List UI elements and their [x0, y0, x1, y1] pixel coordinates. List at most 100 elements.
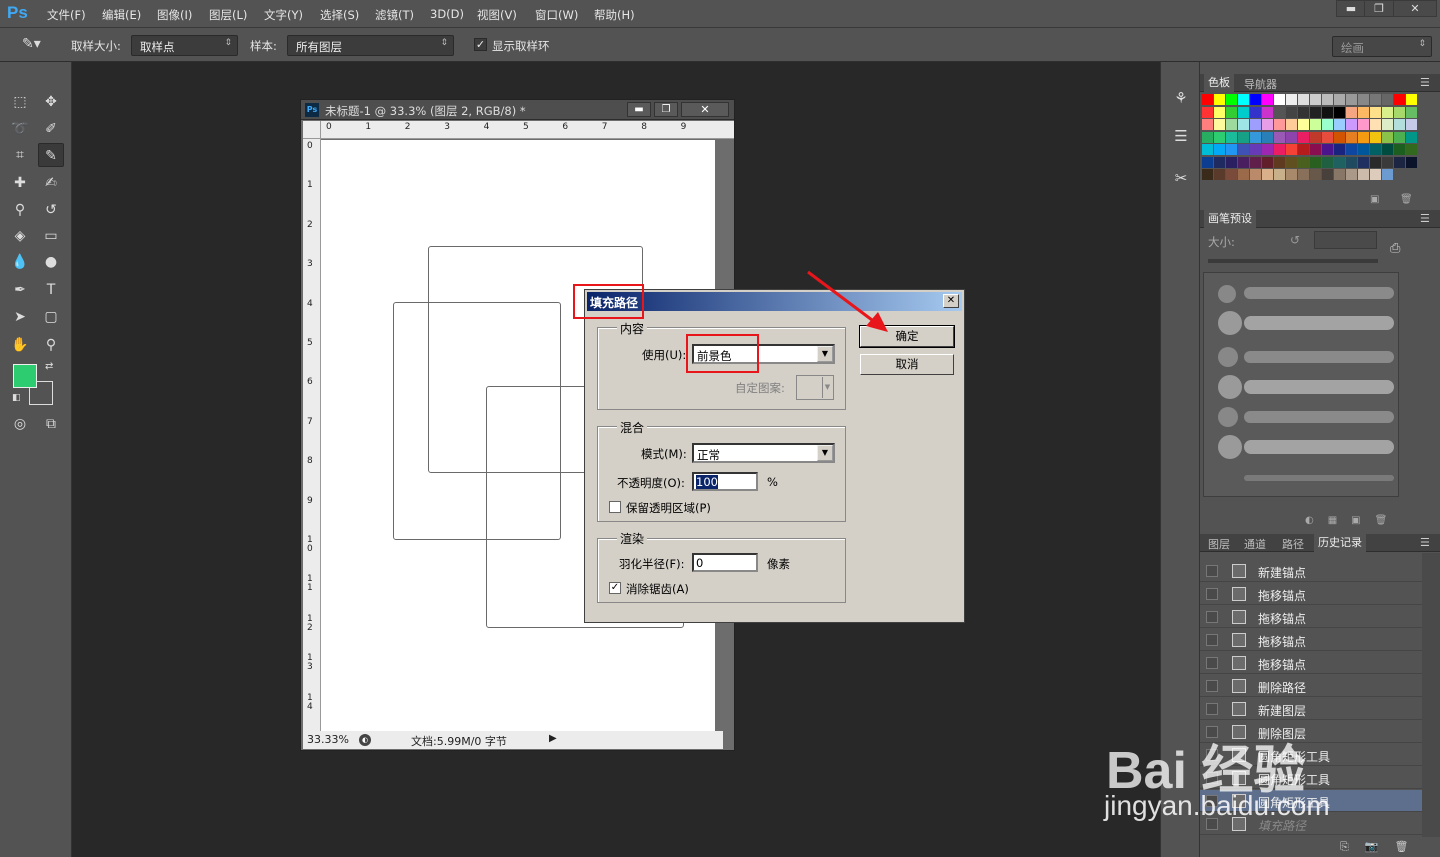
- history-row[interactable]: 新建图层: [1200, 698, 1422, 720]
- color-swatch[interactable]: [1346, 156, 1357, 168]
- zoom-level[interactable]: 33.33%: [307, 733, 349, 746]
- move-tool-icon[interactable]: ✥: [38, 90, 64, 114]
- tab-swatches[interactable]: 色板: [1204, 74, 1234, 92]
- new-swatch-icon[interactable]: ▣: [1370, 194, 1379, 205]
- workspace-select[interactable]: 绘画 ⇕: [1332, 36, 1432, 57]
- doc-restore-button[interactable]: ❐: [654, 102, 678, 117]
- brush-item[interactable]: [1210, 467, 1410, 491]
- color-swatch[interactable]: [1226, 156, 1237, 168]
- color-swatch[interactable]: [1238, 131, 1249, 143]
- hand-tool-icon[interactable]: ✋: [7, 333, 33, 357]
- color-swatch[interactable]: [1286, 144, 1297, 155]
- doc-close-button[interactable]: ✕: [681, 102, 729, 117]
- color-swatch[interactable]: [1334, 169, 1345, 180]
- color-swatch[interactable]: [1346, 106, 1357, 118]
- brush-size-slider[interactable]: [1208, 259, 1378, 263]
- healing-tool-icon[interactable]: ✚: [7, 171, 33, 195]
- color-swatch[interactable]: [1262, 106, 1273, 118]
- color-swatch[interactable]: [1394, 94, 1405, 105]
- color-swatch[interactable]: [1406, 106, 1417, 118]
- stamp-tool-icon[interactable]: ⚲: [7, 198, 33, 222]
- menu-filter[interactable]: 滤镜(T): [375, 7, 414, 23]
- color-swatch[interactable]: [1394, 119, 1405, 130]
- color-swatch[interactable]: [1250, 144, 1261, 155]
- lasso-tool-icon[interactable]: ➰: [7, 117, 33, 141]
- color-swatch[interactable]: [1274, 169, 1285, 180]
- color-swatch[interactable]: [1214, 156, 1225, 168]
- menu-view[interactable]: 视图(V): [477, 7, 517, 23]
- document-titlebar[interactable]: Ps 未标题-1 @ 33.3% (图层 2, RGB/8) * ▬ ❐ ✕: [301, 100, 734, 120]
- brush-item[interactable]: [1210, 405, 1410, 429]
- color-swatch[interactable]: [1202, 144, 1213, 155]
- color-swatch[interactable]: [1226, 169, 1237, 180]
- color-swatch[interactable]: [1214, 131, 1225, 143]
- color-swatch[interactable]: [1358, 119, 1369, 130]
- history-row[interactable]: 拖移锚点: [1200, 606, 1422, 628]
- history-brush-tool-icon[interactable]: ↺: [38, 198, 64, 222]
- eyedropper-tool-icon[interactable]: ✎: [38, 143, 64, 167]
- tab-brush-presets[interactable]: 画笔预设: [1204, 210, 1256, 228]
- color-swatch[interactable]: [1274, 144, 1285, 155]
- color-swatch[interactable]: [1250, 119, 1261, 130]
- color-swatch[interactable]: [1262, 94, 1273, 105]
- brush-list[interactable]: [1203, 272, 1399, 497]
- color-swatch[interactable]: [1202, 169, 1213, 180]
- brush-item[interactable]: [1210, 345, 1410, 369]
- history-checkbox[interactable]: [1206, 680, 1218, 692]
- brush-tool-icon[interactable]: ✍: [38, 171, 64, 195]
- color-swatch[interactable]: [1346, 131, 1357, 143]
- history-checkbox[interactable]: [1206, 588, 1218, 600]
- color-swatch[interactable]: [1262, 169, 1273, 180]
- color-swatch[interactable]: [1358, 156, 1369, 168]
- color-swatch[interactable]: [1346, 94, 1357, 105]
- color-swatch[interactable]: [1274, 156, 1285, 168]
- menu-type[interactable]: 文字(Y): [264, 7, 303, 23]
- color-swatch[interactable]: [1214, 144, 1225, 155]
- color-swatch[interactable]: [1382, 169, 1393, 180]
- color-swatch[interactable]: [1310, 156, 1321, 168]
- color-swatch[interactable]: [1238, 169, 1249, 180]
- doc-minimize-button[interactable]: ▬: [627, 102, 651, 117]
- feather-input[interactable]: 0: [692, 553, 758, 572]
- color-swatch[interactable]: [1322, 131, 1333, 143]
- color-swatch[interactable]: [1250, 106, 1261, 118]
- brush-preset-picker-icon[interactable]: ⎙: [1390, 241, 1400, 256]
- brush-panel-footer-icons[interactable]: ◐▦▣🗑: [1305, 515, 1401, 526]
- color-swatch[interactable]: [1286, 169, 1297, 180]
- color-swatch[interactable]: [1310, 119, 1321, 130]
- color-swatch[interactable]: [1334, 131, 1345, 143]
- color-swatch[interactable]: [1370, 169, 1381, 180]
- color-swatch[interactable]: [1406, 131, 1417, 143]
- app-restore-button[interactable]: ❐: [1364, 0, 1394, 17]
- preserve-transparency-checkbox[interactable]: [609, 501, 621, 513]
- tools-preset-icon[interactable]: ✂: [1169, 166, 1193, 190]
- color-swatch[interactable]: [1286, 156, 1297, 168]
- dodge-tool-icon[interactable]: ●: [38, 250, 64, 274]
- swap-colors-icon[interactable]: ⇄: [45, 361, 53, 372]
- panel-menu-icon[interactable]: ☰: [1420, 76, 1430, 89]
- brush-item[interactable]: [1210, 311, 1410, 335]
- color-swatch[interactable]: [1202, 106, 1213, 118]
- color-swatch[interactable]: [1394, 144, 1405, 155]
- color-swatch[interactable]: [1226, 119, 1237, 130]
- ruler-origin[interactable]: [303, 121, 321, 139]
- color-swatch[interactable]: [1310, 106, 1321, 118]
- color-swatch[interactable]: [1202, 156, 1213, 168]
- color-swatch[interactable]: [1322, 169, 1333, 180]
- quick-select-tool-icon[interactable]: ✐: [38, 117, 64, 141]
- color-swatch[interactable]: [1238, 119, 1249, 130]
- color-swatch[interactable]: [1346, 169, 1357, 180]
- color-swatch[interactable]: [1274, 94, 1285, 105]
- panel-menu-icon[interactable]: ☰: [1420, 536, 1430, 549]
- color-swatch[interactable]: [1370, 144, 1381, 155]
- menu-image[interactable]: 图像(I): [157, 7, 192, 23]
- color-swatch[interactable]: [1382, 106, 1393, 118]
- color-swatch[interactable]: [1298, 106, 1309, 118]
- color-swatch[interactable]: [1262, 119, 1273, 130]
- color-swatch[interactable]: [1322, 144, 1333, 155]
- color-swatch[interactable]: [1310, 144, 1321, 155]
- color-swatch[interactable]: [1382, 119, 1393, 130]
- zoom-tool-icon[interactable]: ⚲: [38, 333, 64, 357]
- color-swatch[interactable]: [1394, 131, 1405, 143]
- color-swatch[interactable]: [1322, 156, 1333, 168]
